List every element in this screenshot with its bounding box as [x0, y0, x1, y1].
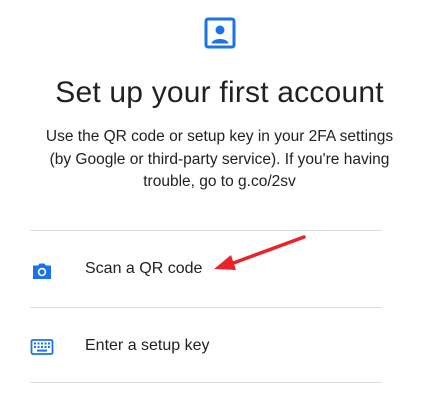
enter-setup-key-option[interactable]: Enter a setup key	[30, 308, 382, 384]
setup-description: Use the QR code or setup key in your 2FA…	[45, 128, 394, 190]
scan-qr-code-option[interactable]: Scan a QR code	[30, 231, 382, 307]
page-title: Set up your first account	[55, 76, 384, 109]
divider	[30, 382, 382, 383]
camera-icon	[33, 263, 51, 279]
scan-qr-code-label: Scan a QR code	[85, 260, 203, 277]
setup-screen: Set up your first account Use the QR cod…	[0, 0, 439, 400]
enter-setup-key-label: Enter a setup key	[85, 337, 210, 354]
keyboard-icon	[30, 339, 54, 355]
account-box-icon	[204, 17, 236, 49]
